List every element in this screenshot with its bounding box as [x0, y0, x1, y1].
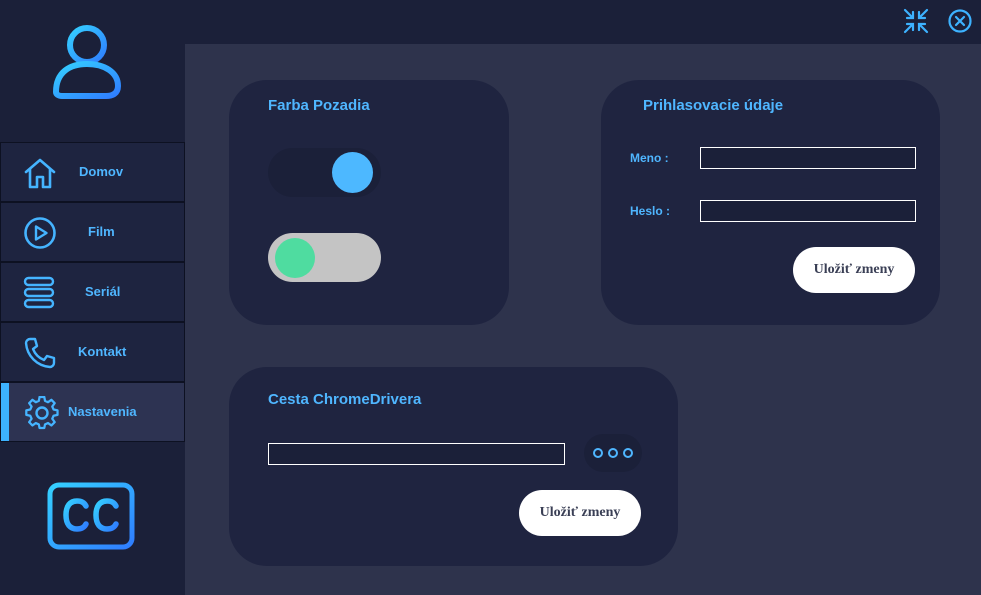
background-toggle-off[interactable]: [268, 233, 381, 282]
sidebar-item-label: Film: [88, 224, 115, 239]
close-circle-icon: [948, 9, 972, 33]
save-login-button[interactable]: Uložiť zmeny: [793, 247, 915, 293]
play-circle-icon: [24, 217, 56, 249]
save-chromedriver-button[interactable]: Uložiť zmeny: [519, 490, 641, 536]
username-label: Meno :: [630, 151, 669, 165]
sidebar-item-label: Kontakt: [78, 344, 127, 359]
sidebar-item-film[interactable]: Film: [0, 202, 185, 262]
compress-arrows-icon: [903, 8, 929, 34]
toggle-knob: [332, 152, 373, 193]
more-dots-icon: [623, 448, 633, 458]
user-icon[interactable]: [50, 22, 132, 100]
login-credentials-card: Prihlasovacie údaje Meno : Heslo : Uloži…: [601, 80, 940, 325]
background-color-card: Farba Pozadia: [229, 80, 509, 325]
username-field[interactable]: [700, 147, 916, 169]
more-dots-icon: [593, 448, 603, 458]
sidebar-nav: Domov Film Seriál Kontakt Nastavenia: [0, 142, 185, 442]
sidebar-item-serial[interactable]: Seriál: [0, 262, 185, 322]
sidebar-item-kontakt[interactable]: Kontakt: [0, 322, 185, 382]
sidebar-item-domov[interactable]: Domov: [0, 142, 185, 202]
card-title: Prihlasovacie údaje: [643, 97, 784, 114]
sidebar-item-label: Domov: [79, 164, 124, 179]
card-title: Farba Pozadia: [268, 97, 370, 114]
sidebar-item-nastavenia[interactable]: Nastavenia: [0, 382, 185, 442]
closed-captions-icon: [47, 482, 135, 550]
gear-icon: [25, 396, 59, 430]
settings-panel: Farba Pozadia Prihlasovacie údaje Meno :…: [185, 44, 981, 595]
card-title: Cesta ChromeDrivera: [268, 391, 422, 408]
sidebar: Domov Film Seriál Kontakt Nastavenia: [0, 0, 185, 595]
sidebar-item-label: Seriál: [85, 284, 121, 299]
toggle-knob: [275, 238, 315, 278]
background-toggle-on[interactable]: [268, 148, 381, 197]
close-button[interactable]: [946, 7, 974, 35]
phone-icon: [24, 337, 56, 369]
minimize-button[interactable]: [902, 7, 930, 35]
chromedriver-path-field[interactable]: [268, 443, 565, 465]
sidebar-item-label: Nastavenia: [68, 404, 137, 419]
chromedriver-path-card: Cesta ChromeDrivera Uložiť zmeny: [229, 367, 678, 566]
browse-button[interactable]: [584, 434, 642, 472]
password-field[interactable]: [700, 200, 916, 222]
home-icon: [24, 158, 56, 189]
title-bar: [185, 0, 981, 44]
password-label: Heslo :: [630, 204, 671, 218]
more-dots-icon: [608, 448, 618, 458]
layers-icon: [23, 276, 55, 309]
